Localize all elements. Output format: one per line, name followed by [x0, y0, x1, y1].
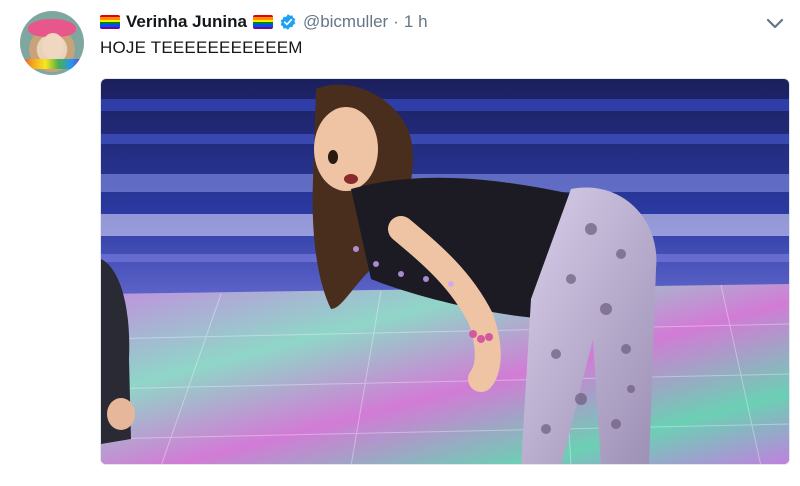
separator-dot: · [393, 12, 399, 31]
tweet-timestamp[interactable]: 1 h [404, 12, 428, 32]
tweet-text: HOJE TEEEEEEEEEEEM [100, 38, 303, 57]
rainbow-flag-icon [100, 15, 120, 29]
avatar-rainbow-strip [20, 59, 84, 69]
chevron-down-icon[interactable] [764, 14, 786, 32]
user-avatar[interactable] [20, 11, 84, 75]
tweet-header: Verinha Junina @bicmuller · 1 h [100, 9, 428, 35]
tweet-card[interactable]: Verinha Junina @bicmuller · 1 h HOJE TEE… [0, 0, 800, 486]
avatar-face [42, 33, 64, 59]
verified-badge-icon [280, 14, 296, 30]
user-handle[interactable]: @bicmuller [303, 12, 388, 32]
media-image [101, 79, 789, 464]
rainbow-flag-icon [252, 15, 273, 29]
display-name[interactable]: Verinha Junina [126, 12, 247, 32]
tweet-media-photo[interactable] [100, 78, 790, 465]
